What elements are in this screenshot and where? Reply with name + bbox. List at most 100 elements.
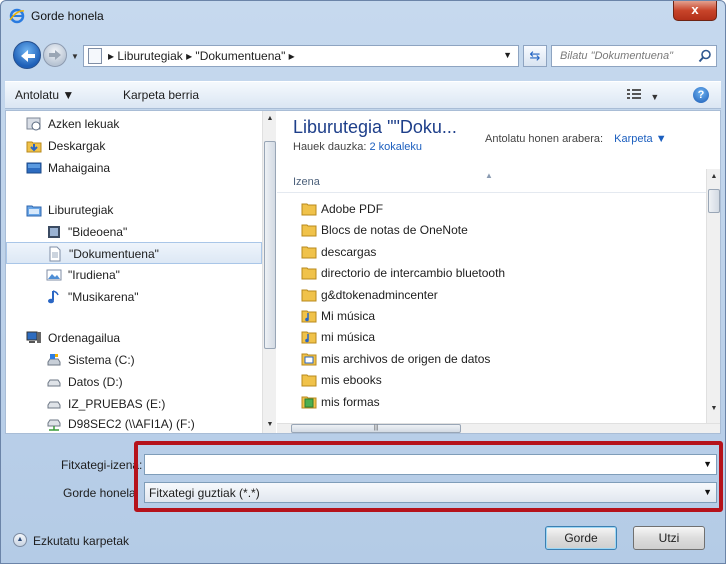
scrollbar-thumb[interactable] bbox=[708, 189, 720, 213]
close-button[interactable]: x bbox=[673, 1, 717, 21]
recent-pages-dropdown[interactable]: ▼ bbox=[71, 52, 79, 61]
arrange-by-dropdown[interactable]: Karpeta ▼ bbox=[614, 133, 666, 145]
list-item[interactable]: directorio de intercambio bluetooth bbox=[293, 263, 693, 284]
scrollbar-thumb[interactable]: ||| bbox=[291, 424, 461, 433]
music-folder-icon bbox=[301, 330, 317, 344]
nav-item-downloads[interactable]: Deskargak bbox=[6, 135, 262, 157]
nav-item-label: Azken lekuak bbox=[48, 117, 120, 131]
locations-link[interactable]: 2 kokaleku bbox=[369, 141, 422, 153]
nav-item-drive-e[interactable]: IZ_PRUEBAS (E:) bbox=[6, 393, 262, 415]
nav-item-label: Deskargak bbox=[48, 139, 106, 153]
file-name: Adobe PDF bbox=[321, 202, 384, 216]
list-item[interactable]: Adobe PDF bbox=[293, 199, 693, 220]
command-toolbar: Antolatu ▼ Karpeta berria ▼ ? bbox=[5, 81, 721, 109]
chevron-down-icon: ▼ bbox=[650, 92, 660, 102]
library-includes: Hauek dauzka: 2 kokaleku bbox=[293, 141, 422, 153]
scroll-down-arrow-icon[interactable]: ▼ bbox=[707, 405, 721, 412]
sort-ascending-icon: ▲ bbox=[485, 171, 493, 180]
file-name: mis archivos de origen de datos bbox=[321, 351, 491, 366]
nav-item-documents[interactable]: "Dokumentuena" bbox=[6, 242, 262, 264]
nav-item-label: Datos (D:) bbox=[68, 375, 123, 389]
system-drive-icon bbox=[46, 352, 62, 368]
column-header-name[interactable]: ▲ Izena bbox=[277, 169, 706, 193]
forward-button[interactable] bbox=[43, 43, 67, 67]
navigation-scrollbar[interactable]: ▲ ▼ bbox=[262, 111, 276, 433]
back-button[interactable] bbox=[13, 41, 41, 69]
list-item[interactable]: mis ebooks bbox=[293, 370, 693, 391]
nav-item-music[interactable]: "Musikarena" bbox=[6, 286, 262, 308]
new-folder-button[interactable]: Karpeta berria bbox=[123, 88, 199, 102]
nav-item-label: "Bideoena" bbox=[68, 225, 128, 239]
main-area: Azken lekuak Deskargak Mahaigaina Liburu… bbox=[5, 110, 721, 434]
nav-item-label: "Dokumentuena" bbox=[69, 247, 159, 261]
nav-item-drive-f[interactable]: D98SEC2 (\\AFI1A) (F:) bbox=[6, 413, 262, 433]
list-item[interactable]: g&dtokenadmincenter bbox=[293, 285, 693, 306]
nav-item-label: Mahaigaina bbox=[48, 161, 111, 175]
cancel-button[interactable]: Utzi bbox=[633, 526, 705, 550]
file-list-pane: Liburutegia ""Doku... Hauek dauzka: 2 ko… bbox=[277, 111, 720, 433]
search-input[interactable]: Bilatu "Dokumentuena" bbox=[560, 50, 673, 62]
file-name: mi música bbox=[321, 330, 376, 345]
nav-item-pictures[interactable]: "Irudiena" bbox=[6, 264, 262, 286]
document-icon bbox=[88, 48, 102, 64]
window-title: Gorde honela bbox=[31, 9, 104, 23]
scroll-up-arrow-icon[interactable]: ▲ bbox=[707, 173, 721, 180]
folder-icon bbox=[301, 266, 317, 280]
nav-item-desktop[interactable]: Mahaigaina bbox=[6, 157, 262, 179]
nav-item-libraries[interactable]: Liburutegiak bbox=[6, 199, 262, 221]
save-as-dialog: Gorde honela x ▼ ▸ Liburutegiak ▸ "Dokum… bbox=[0, 0, 726, 564]
picture-library-icon bbox=[46, 267, 62, 283]
nav-item-label: Sistema (C:) bbox=[68, 353, 135, 367]
address-path[interactable]: ▸ Liburutegiak ▸ "Dokumentuena" ▸ bbox=[108, 49, 295, 63]
scroll-down-arrow-icon[interactable]: ▼ bbox=[263, 421, 277, 428]
nav-item-drive-d[interactable]: Datos (D:) bbox=[6, 371, 262, 393]
arrow-left-icon bbox=[21, 50, 35, 62]
list-item[interactable]: Blocs de notas de OneNote bbox=[293, 220, 693, 241]
file-name: mis ebooks bbox=[321, 373, 382, 388]
video-library-icon bbox=[46, 224, 62, 240]
folder-icon bbox=[301, 202, 317, 216]
column-name-label: Izena bbox=[293, 176, 320, 188]
file-list-vertical-scrollbar[interactable]: ▲ ▼ bbox=[706, 169, 720, 423]
view-options-button[interactable]: ▼ bbox=[627, 88, 659, 103]
file-name: Blocs de notas de OneNote bbox=[321, 223, 468, 238]
nav-item-label: D98SEC2 (\\AFI1A) (F:) bbox=[68, 417, 195, 431]
folder-icon bbox=[301, 223, 317, 237]
refresh-button[interactable]: ⇆ bbox=[523, 45, 547, 67]
computer-icon bbox=[26, 330, 42, 346]
chevron-up-icon: ▲ bbox=[13, 533, 27, 547]
help-button[interactable]: ? bbox=[693, 87, 709, 103]
desktop-icon bbox=[26, 160, 42, 176]
scroll-up-arrow-icon[interactable]: ▲ bbox=[263, 115, 277, 122]
chevron-down-icon[interactable]: ▼ bbox=[503, 50, 512, 60]
file-name: directorio de intercambio bluetooth bbox=[321, 266, 506, 281]
nav-item-drive-c[interactable]: Sistema (C:) bbox=[6, 349, 262, 371]
view-list-icon bbox=[627, 89, 641, 99]
address-bar[interactable]: ▸ Liburutegiak ▸ "Dokumentuena" ▸ ▼ bbox=[83, 45, 519, 67]
list-item[interactable]: mis archivos de origen de datos bbox=[293, 349, 693, 370]
save-button[interactable]: Gorde bbox=[545, 526, 617, 550]
navigation-pane: Azken lekuak Deskargak Mahaigaina Liburu… bbox=[6, 111, 276, 433]
nav-item-computer[interactable]: Ordenagailua bbox=[6, 327, 262, 349]
file-list-horizontal-scrollbar[interactable]: ||| bbox=[277, 423, 720, 433]
search-box[interactable]: Bilatu "Dokumentuena" bbox=[551, 45, 717, 67]
document-library-icon bbox=[47, 246, 63, 262]
folder-icon bbox=[301, 245, 317, 259]
list-item[interactable]: descargas bbox=[293, 242, 693, 263]
nav-item-recent-places[interactable]: Azken lekuak bbox=[6, 113, 262, 135]
list-item[interactable]: mi música bbox=[293, 327, 693, 348]
list-item[interactable]: mis formas bbox=[293, 392, 693, 413]
scrollbar-thumb[interactable] bbox=[264, 141, 276, 349]
arrange-label: Antolatu honen arabera: bbox=[485, 133, 604, 145]
data-source-folder-icon bbox=[301, 352, 317, 366]
nav-item-label: Ordenagailua bbox=[48, 331, 121, 345]
address-row: ▼ ▸ Liburutegiak ▸ "Dokumentuena" ▸ ▼ ⇆ … bbox=[1, 37, 725, 73]
search-icon[interactable] bbox=[698, 49, 712, 63]
nav-item-label: IZ_PRUEBAS (E:) bbox=[68, 397, 166, 411]
list-item[interactable]: Mi música bbox=[293, 306, 693, 327]
refresh-icon: ⇆ bbox=[529, 48, 541, 63]
arrange-by: Antolatu honen arabera: Karpeta ▼ bbox=[485, 133, 667, 145]
nav-item-videos[interactable]: "Bideoena" bbox=[6, 221, 262, 243]
recent-places-icon bbox=[26, 116, 42, 132]
organize-menu[interactable]: Antolatu ▼ bbox=[15, 88, 74, 102]
